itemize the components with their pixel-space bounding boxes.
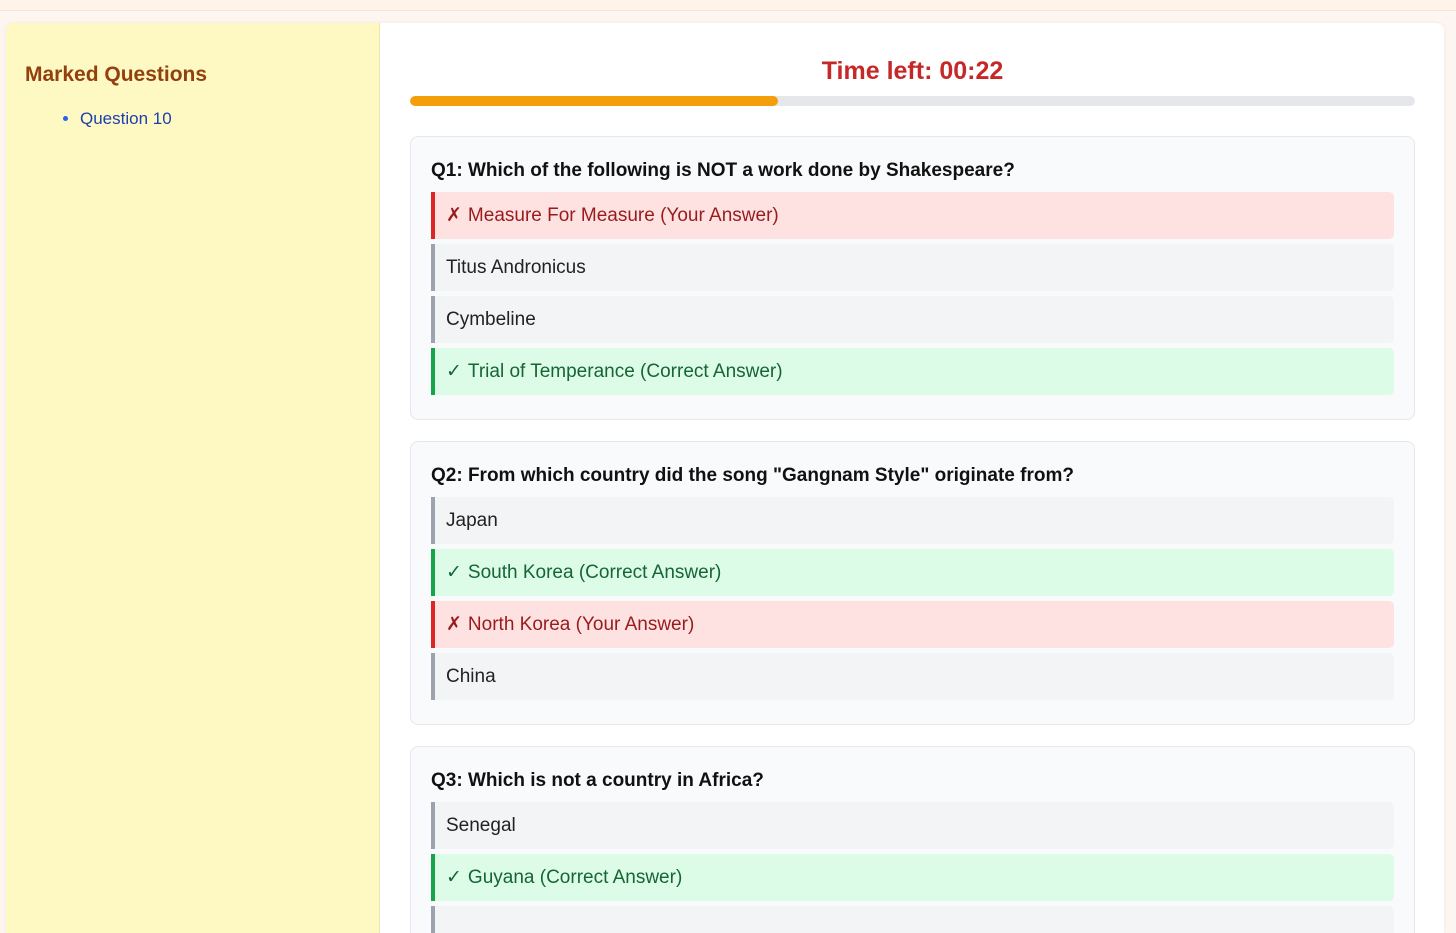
question-text: Q2: From which country did the song "Gan… — [431, 465, 1074, 486]
marked-questions-list: Question 10 — [25, 109, 379, 129]
answer-option-label: Measure For Measure (Your Answer) — [467, 205, 779, 226]
question-card: Q1: Which of the following is NOT a work… — [410, 136, 1415, 420]
quiz-app: Marked Questions Question 10 Time left: … — [6, 23, 1444, 933]
quiz-main: Time left: 00:22 Q1: Which of the follow… — [380, 23, 1444, 933]
time-progress-bar — [410, 96, 1415, 106]
check-icon: ✓ — [446, 562, 462, 583]
answer-option-label: Senegal — [446, 815, 516, 836]
marked-questions-sidebar: Marked Questions Question 10 — [6, 23, 380, 933]
time-left: Time left: 00:22 — [821, 57, 1004, 85]
answer-option: Senegal — [431, 802, 1394, 849]
answer-option: ✗ Measure For Measure (Your Answer) — [431, 192, 1394, 239]
top-strip — [0, 0, 1456, 11]
question-text: Q3: Which is not a country in Africa? — [431, 770, 764, 791]
sidebar-title: Marked Questions — [25, 63, 208, 86]
check-icon: ✓ — [446, 361, 462, 382]
answer-option-label: Trial of Temperance (Correct Answer) — [467, 361, 783, 382]
answer-option: Japan — [431, 497, 1394, 544]
answer-option-label: Guyana (Correct Answer) — [467, 867, 683, 888]
cross-icon: ✗ — [446, 614, 462, 635]
answer-option-label: Titus Andronicus — [446, 257, 586, 278]
answer-option-label: Japan — [446, 510, 498, 531]
answer-option: ✓ Guyana (Correct Answer) — [431, 854, 1394, 901]
answer-option-label: Cymbeline — [446, 309, 536, 330]
check-icon: ✓ — [446, 867, 462, 888]
answer-option: ✓ Trial of Temperance (Correct Answer) — [431, 348, 1394, 395]
answer-option: Titus Andronicus — [431, 244, 1394, 291]
answer-option-label: North Korea (Your Answer) — [467, 614, 695, 635]
answer-option-label: South Korea (Correct Answer) — [467, 562, 722, 583]
answer-option: China — [431, 653, 1394, 700]
answer-option: ✓ South Korea (Correct Answer) — [431, 549, 1394, 596]
cross-icon: ✗ — [446, 205, 462, 226]
question-text: Q1: Which of the following is NOT a work… — [431, 160, 1015, 181]
time-progress-fill — [410, 96, 778, 106]
answer-option: Cymbeline — [431, 296, 1394, 343]
answer-option-label: China — [446, 666, 496, 687]
marked-question-item[interactable]: Question 10 — [80, 109, 379, 129]
answer-option: ✗ North Korea (Your Answer) — [431, 601, 1394, 648]
question-card: Q2: From which country did the song "Gan… — [410, 441, 1415, 725]
marked-question-label[interactable]: Question 10 — [80, 109, 172, 128]
question-card: Q3: Which is not a country in Africa? Se… — [410, 746, 1415, 933]
